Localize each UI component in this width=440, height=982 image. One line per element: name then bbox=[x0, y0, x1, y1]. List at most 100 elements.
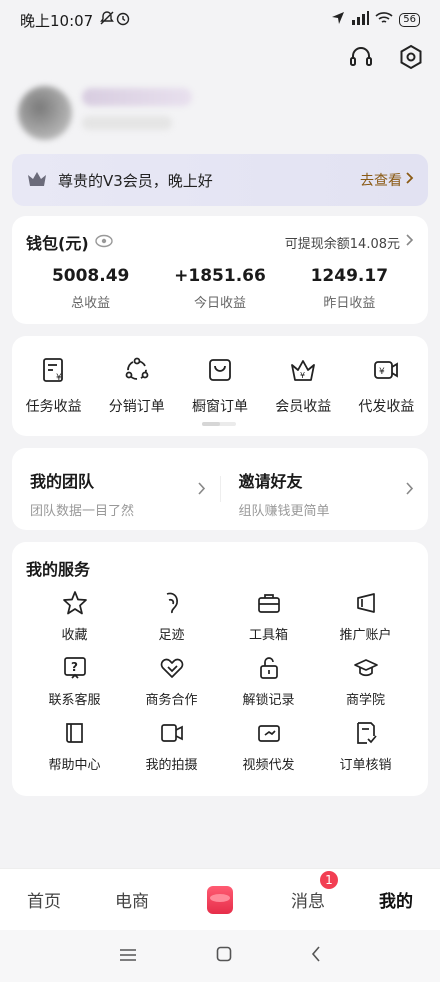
income-shortcuts: ¥ 任务收益 分销订单 橱窗订单 ¥ 会员收益 ¥ 代发收益 bbox=[12, 336, 428, 436]
income-label: 代发收益 bbox=[358, 399, 415, 415]
home-icon[interactable] bbox=[216, 946, 232, 967]
avatar[interactable] bbox=[18, 86, 72, 140]
tab-red-packet[interactable] bbox=[176, 885, 264, 914]
tab-ecommerce[interactable]: 电商 bbox=[88, 887, 176, 912]
wallet-card: 钱包(元) 可提现余额14.08元 5008.49 总收益 +1851.66 今… bbox=[12, 216, 428, 324]
services-title: 我的服务 bbox=[26, 560, 91, 579]
tab-label: 我的 bbox=[379, 892, 413, 912]
stat-total[interactable]: 5008.49 总收益 bbox=[26, 266, 155, 311]
camera-icon bbox=[159, 720, 185, 750]
back-icon[interactable] bbox=[311, 945, 321, 967]
message-badge: 1 bbox=[320, 871, 338, 889]
income-label: 分销订单 bbox=[108, 399, 165, 415]
user-id-blurred bbox=[82, 116, 172, 130]
service-label: 商务合作 bbox=[145, 693, 198, 708]
vip-view-label: 去查看 bbox=[360, 173, 402, 189]
system-nav-bar bbox=[0, 930, 440, 982]
service-label: 我的拍摄 bbox=[145, 758, 198, 773]
headset-icon[interactable] bbox=[346, 42, 376, 72]
username-blurred bbox=[82, 88, 192, 106]
megaphone-icon bbox=[353, 590, 379, 620]
chevron-right-icon bbox=[197, 480, 206, 499]
income-forward[interactable]: ¥ 代发收益 bbox=[345, 356, 428, 416]
income-task[interactable]: ¥ 任务收益 bbox=[12, 356, 95, 416]
stat-label: 昨日收益 bbox=[323, 296, 376, 311]
toolbox-icon bbox=[256, 590, 282, 620]
service-label: 视频代发 bbox=[242, 758, 295, 773]
video-icon bbox=[256, 720, 282, 750]
video-income-icon: ¥ bbox=[372, 356, 400, 388]
team-card: 我的团队 团队数据一目了然 邀请好友 组队赚钱更简单 bbox=[12, 448, 428, 530]
stat-yesterday[interactable]: 1249.17 昨日收益 bbox=[285, 266, 414, 311]
red-packet-icon bbox=[207, 885, 233, 914]
help-chat-icon: ? bbox=[62, 655, 88, 685]
vip-view-link[interactable]: 去查看 bbox=[360, 170, 414, 190]
service-promo-account[interactable]: 推广账户 bbox=[317, 590, 414, 643]
distribution-icon bbox=[123, 356, 151, 388]
chevron-right-icon bbox=[406, 480, 414, 499]
service-label: 工具箱 bbox=[248, 628, 288, 643]
chevron-right-icon bbox=[406, 172, 414, 188]
service-favorites[interactable]: 收藏 bbox=[26, 590, 123, 643]
mute-icon bbox=[99, 10, 115, 30]
wallet-stats: 5008.49 总收益 +1851.66 今日收益 1249.17 昨日收益 bbox=[26, 266, 414, 311]
service-label: 推广账户 bbox=[339, 628, 392, 643]
eye-icon[interactable] bbox=[94, 233, 113, 252]
unlock-icon bbox=[256, 655, 282, 685]
withdraw-balance-link[interactable]: 可提现余额14.08元 bbox=[285, 233, 414, 252]
page-indicator bbox=[202, 422, 236, 426]
stat-value: +1851.66 bbox=[174, 266, 266, 286]
service-label: 帮助中心 bbox=[48, 758, 101, 773]
service-order-verify[interactable]: 订单核销 bbox=[317, 720, 414, 773]
wallet-title: 钱包(元) bbox=[26, 234, 89, 253]
service-business-school[interactable]: 商学院 bbox=[317, 655, 414, 708]
star-icon bbox=[62, 590, 88, 620]
income-member[interactable]: ¥ 会员收益 bbox=[262, 356, 345, 416]
income-label: 会员收益 bbox=[275, 399, 332, 415]
service-customer-support[interactable]: ? 联系客服 bbox=[26, 655, 123, 708]
service-my-shoots[interactable]: 我的拍摄 bbox=[123, 720, 220, 773]
service-label: 商学院 bbox=[345, 693, 385, 708]
income-label: 任务收益 bbox=[25, 399, 82, 415]
handshake-icon bbox=[159, 655, 185, 685]
service-label: 订单核销 bbox=[339, 758, 392, 773]
my-team-entry[interactable]: 我的团队 团队数据一目了然 bbox=[12, 448, 220, 530]
service-help-center[interactable]: 帮助中心 bbox=[26, 720, 123, 773]
vip-crown-icon bbox=[26, 168, 48, 192]
wifi-icon bbox=[375, 11, 393, 29]
tab-mine[interactable]: 我的 bbox=[352, 887, 440, 912]
status-time: 晚上10:07 bbox=[20, 11, 94, 30]
battery-indicator: 56 bbox=[399, 13, 420, 27]
invite-title: 邀请好友 bbox=[238, 472, 303, 491]
income-distribution[interactable]: 分销订单 bbox=[95, 356, 178, 416]
income-label: 橱窗订单 bbox=[192, 399, 248, 415]
service-unlock-records[interactable]: 解锁记录 bbox=[220, 655, 317, 708]
svg-text:¥: ¥ bbox=[300, 371, 305, 380]
income-showcase[interactable]: 橱窗订单 bbox=[178, 356, 261, 416]
svg-text:¥: ¥ bbox=[379, 367, 385, 377]
invite-friends-entry[interactable]: 邀请好友 组队赚钱更简单 bbox=[221, 448, 429, 530]
service-label: 解锁记录 bbox=[242, 693, 295, 708]
tab-label: 首页 bbox=[27, 892, 61, 912]
alarm-icon bbox=[115, 10, 131, 30]
service-business[interactable]: 商务合作 bbox=[123, 655, 220, 708]
profile-header[interactable] bbox=[18, 78, 218, 148]
tab-messages[interactable]: 消息 1 bbox=[264, 871, 352, 912]
menu-icon[interactable] bbox=[119, 946, 137, 967]
footprint-icon bbox=[159, 590, 185, 620]
vip-banner[interactable]: 尊贵的V3会员，晚上好 去查看 bbox=[12, 154, 428, 206]
team-title: 我的团队 bbox=[30, 472, 95, 491]
service-label: 联系客服 bbox=[48, 693, 101, 708]
services-card: 我的服务 收藏 足迹 工具箱 推广账户 ? 联系客服 商务合作 解锁记录 商学院… bbox=[12, 542, 428, 796]
page-indicator-active bbox=[202, 422, 220, 426]
service-video-forward[interactable]: 视频代发 bbox=[220, 720, 317, 773]
tab-home[interactable]: 首页 bbox=[0, 887, 88, 912]
stat-today[interactable]: +1851.66 今日收益 bbox=[155, 266, 284, 311]
invite-subtitle: 组队赚钱更简单 bbox=[238, 504, 330, 519]
stat-label: 总收益 bbox=[71, 296, 111, 311]
service-toolbox[interactable]: 工具箱 bbox=[220, 590, 317, 643]
service-label: 足迹 bbox=[158, 628, 185, 643]
service-footprint[interactable]: 足迹 bbox=[123, 590, 220, 643]
settings-icon[interactable] bbox=[396, 42, 426, 72]
vip-greeting: 尊贵的V3会员，晚上好 bbox=[58, 171, 213, 190]
